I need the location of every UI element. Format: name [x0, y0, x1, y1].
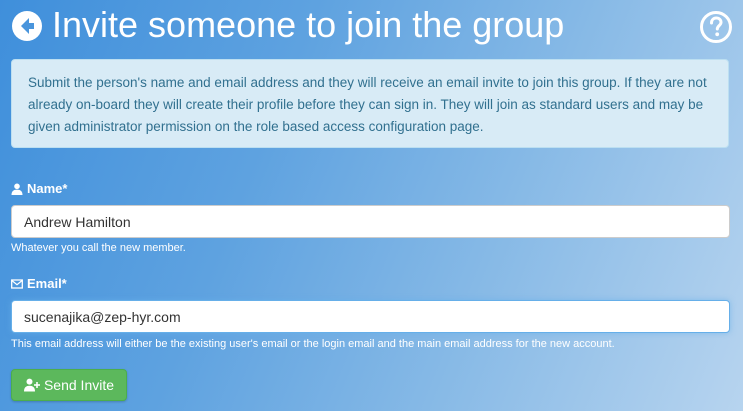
- page-header: Invite someone to join the group: [0, 0, 743, 52]
- name-help-text: Whatever you call the new member.: [11, 242, 186, 254]
- email-input[interactable]: [11, 300, 730, 333]
- envelope-icon: [11, 278, 23, 289]
- question-circle-icon[interactable]: [699, 10, 733, 44]
- info-alert: Submit the person's name and email addre…: [11, 59, 729, 148]
- user-icon: [11, 183, 23, 195]
- page-title: Invite someone to join the group: [52, 4, 565, 45]
- user-plus-icon: [23, 378, 40, 392]
- email-label-text: Email*: [27, 276, 67, 291]
- send-invite-label: Send Invite: [43, 377, 115, 393]
- email-help-text: This email address will either be the ex…: [11, 338, 615, 350]
- name-label-text: Name*: [27, 181, 68, 196]
- email-label: Email*: [11, 276, 67, 291]
- send-invite-button[interactable]: Send Invite: [11, 369, 127, 401]
- name-label: Name*: [11, 181, 67, 196]
- name-input[interactable]: [11, 205, 730, 238]
- arrow-circle-left-icon[interactable]: [11, 10, 43, 42]
